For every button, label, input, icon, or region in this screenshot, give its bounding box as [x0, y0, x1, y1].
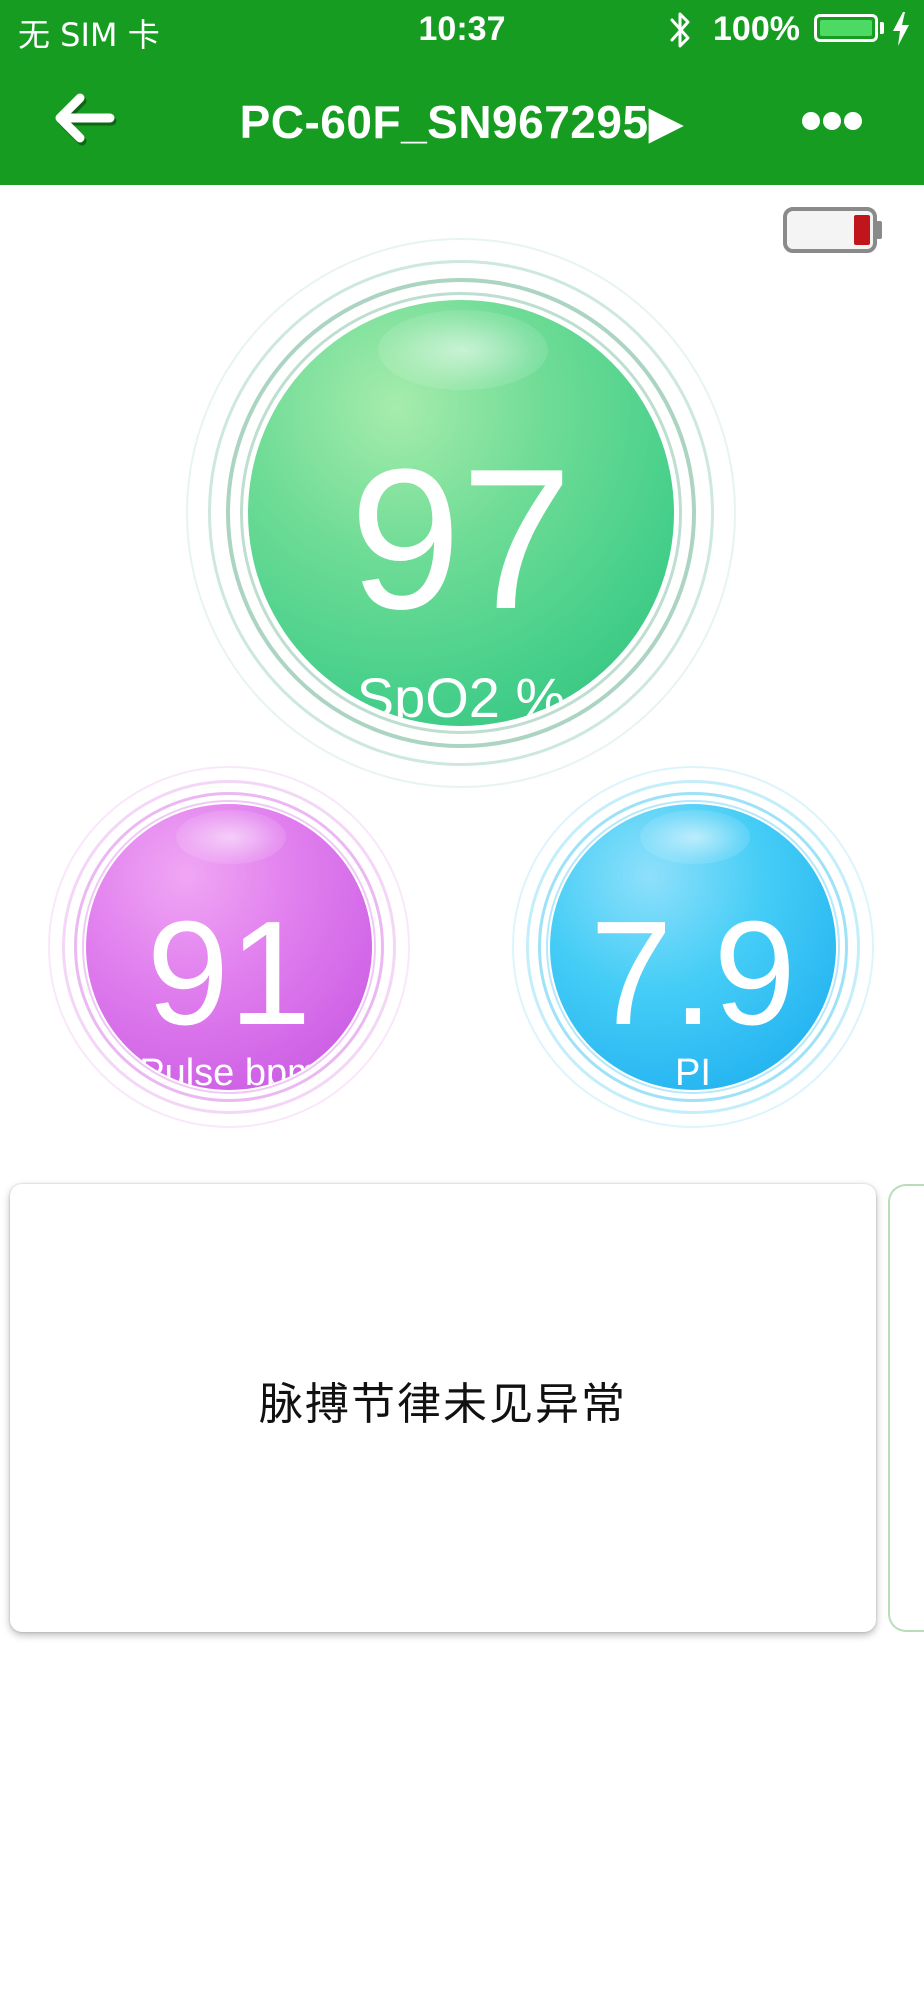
pulse-unit: Pulse bpm [139, 1052, 319, 1090]
spo2-unit: SpO2 % [356, 666, 566, 726]
battery-icon [814, 14, 878, 42]
charging-bolt-icon [893, 12, 909, 46]
more-dots-icon[interactable] [800, 110, 864, 134]
spo2-value: 97 [349, 428, 573, 651]
oximeter-screen: 无 SIM 卡 10:37 100% PC-60F_SN967295▶ 97 S… [0, 0, 924, 2000]
device-battery-low-icon [783, 207, 882, 253]
spo2-gauge: 97 SpO2 % [186, 238, 736, 788]
battery-tip [880, 22, 884, 34]
nav-bar: PC-60F_SN967295▶ [0, 60, 924, 185]
status-bar: 无 SIM 卡 10:37 100% [0, 0, 924, 60]
pulse-value: 91 [146, 891, 312, 1056]
battery-percent: 100% [713, 10, 800, 48]
result-message: 脉搏节律未见异常 [259, 1379, 627, 1430]
device-title[interactable]: PC-60F_SN967295▶ [0, 95, 924, 149]
spo2-bubble: 97 SpO2 % [248, 300, 674, 726]
pi-gauge: 7.9 PI [512, 766, 874, 1128]
bluetooth-icon [670, 12, 690, 48]
pi-unit: PI [675, 1052, 711, 1090]
pi-value: 7.9 [590, 891, 796, 1056]
pulse-gauge: 91 Pulse bpm [48, 766, 410, 1128]
result-card[interactable]: 脉搏节律未见异常 [10, 1184, 876, 1632]
pulse-bubble: 91 Pulse bpm [86, 804, 372, 1090]
next-card-peek[interactable] [888, 1184, 924, 1632]
header: 无 SIM 卡 10:37 100% PC-60F_SN967295▶ [0, 0, 924, 185]
pi-bubble: 7.9 PI [550, 804, 836, 1090]
